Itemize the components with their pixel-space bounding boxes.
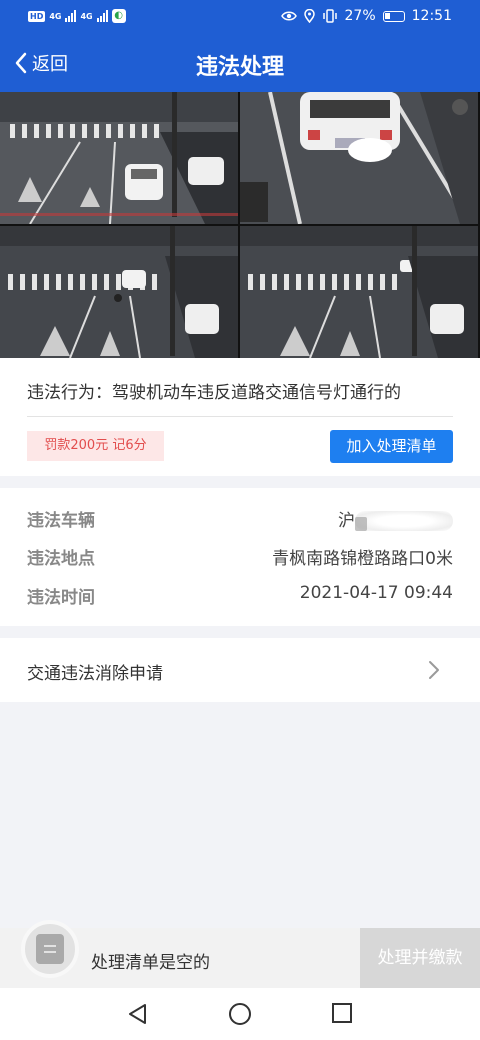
list-icon bbox=[36, 934, 64, 964]
time-value: 2021-04-17 09:44 bbox=[299, 583, 453, 603]
signal-icon bbox=[65, 10, 77, 22]
home-circle-icon[interactable] bbox=[228, 1002, 252, 1026]
bottom-bar: 处理清单是空的 处理并缴款 bbox=[0, 920, 480, 988]
evidence-photo-1[interactable] bbox=[0, 92, 238, 224]
app-notification-icon: ◐ bbox=[111, 9, 126, 23]
network-type-1: 4G bbox=[49, 11, 62, 21]
battery-icon bbox=[382, 10, 405, 22]
process-list-button[interactable] bbox=[21, 920, 79, 978]
empty-list-text: 处理清单是空的 bbox=[91, 953, 210, 973]
network-type-2: 4G bbox=[80, 11, 93, 21]
vibrate-icon bbox=[322, 9, 337, 23]
process-and-pay-button[interactable]: 处理并缴款 bbox=[360, 928, 480, 988]
page-title: 违法处理 bbox=[195, 55, 284, 80]
hd-badge: HD bbox=[28, 10, 46, 22]
details-card: 违法车辆 沪 违法地点 青枫南路锦橙路路口0米 违法时间 2021-04-17 … bbox=[0, 488, 480, 626]
nav-bar: 返回 违法处理 bbox=[0, 34, 480, 92]
vehicle-row: 违法车辆 沪 bbox=[27, 506, 453, 532]
penalty-badge: 罚款200元 记6分 bbox=[27, 431, 164, 461]
location-row: 违法地点 青枫南路锦橙路路口0米 bbox=[27, 544, 453, 570]
battery-percent: 27% bbox=[344, 8, 376, 24]
back-triangle-icon[interactable] bbox=[126, 1002, 148, 1026]
evidence-photo-3[interactable] bbox=[0, 226, 238, 358]
appeal-label: 交通违法消除申请 bbox=[27, 664, 163, 684]
evidence-photos bbox=[0, 92, 480, 358]
time-row: 违法时间 2021-04-17 09:44 bbox=[27, 583, 453, 609]
signal-icon-2 bbox=[96, 10, 108, 22]
location-label: 违法地点 bbox=[27, 549, 95, 569]
system-nav-bar bbox=[0, 988, 480, 1040]
redacted-plate bbox=[355, 511, 453, 531]
app-header: HD 4G 4G ◐ 27% 12:51 返回 违法处理 bbox=[0, 0, 480, 92]
time-label: 违法时间 bbox=[27, 588, 95, 608]
evidence-photo-4[interactable] bbox=[240, 226, 478, 358]
divider bbox=[27, 416, 453, 417]
chevron-right-icon bbox=[429, 661, 439, 679]
location-icon bbox=[303, 9, 315, 23]
clock: 12:51 bbox=[411, 8, 452, 24]
evidence-photo-2[interactable] bbox=[240, 92, 478, 224]
vehicle-value-wrap: 沪 bbox=[338, 506, 453, 531]
location-value: 青枫南路锦橙路路口0米 bbox=[272, 549, 453, 569]
appeal-row[interactable]: 交通违法消除申请 bbox=[0, 638, 480, 702]
recents-square-icon[interactable] bbox=[331, 1002, 353, 1024]
violation-behavior: 违法行为：驾驶机动车违反道路交通信号灯通行的 bbox=[27, 383, 401, 403]
violation-card: 违法行为：驾驶机动车违反道路交通信号灯通行的 罚款200元 记6分 加入处理清单 bbox=[0, 358, 480, 476]
vehicle-value: 沪 bbox=[338, 511, 355, 531]
status-bar: HD 4G 4G ◐ 27% 12:51 bbox=[0, 0, 480, 34]
eye-icon bbox=[280, 11, 297, 21]
add-to-list-button[interactable]: 加入处理清单 bbox=[330, 430, 453, 463]
vehicle-label: 违法车辆 bbox=[27, 511, 95, 531]
